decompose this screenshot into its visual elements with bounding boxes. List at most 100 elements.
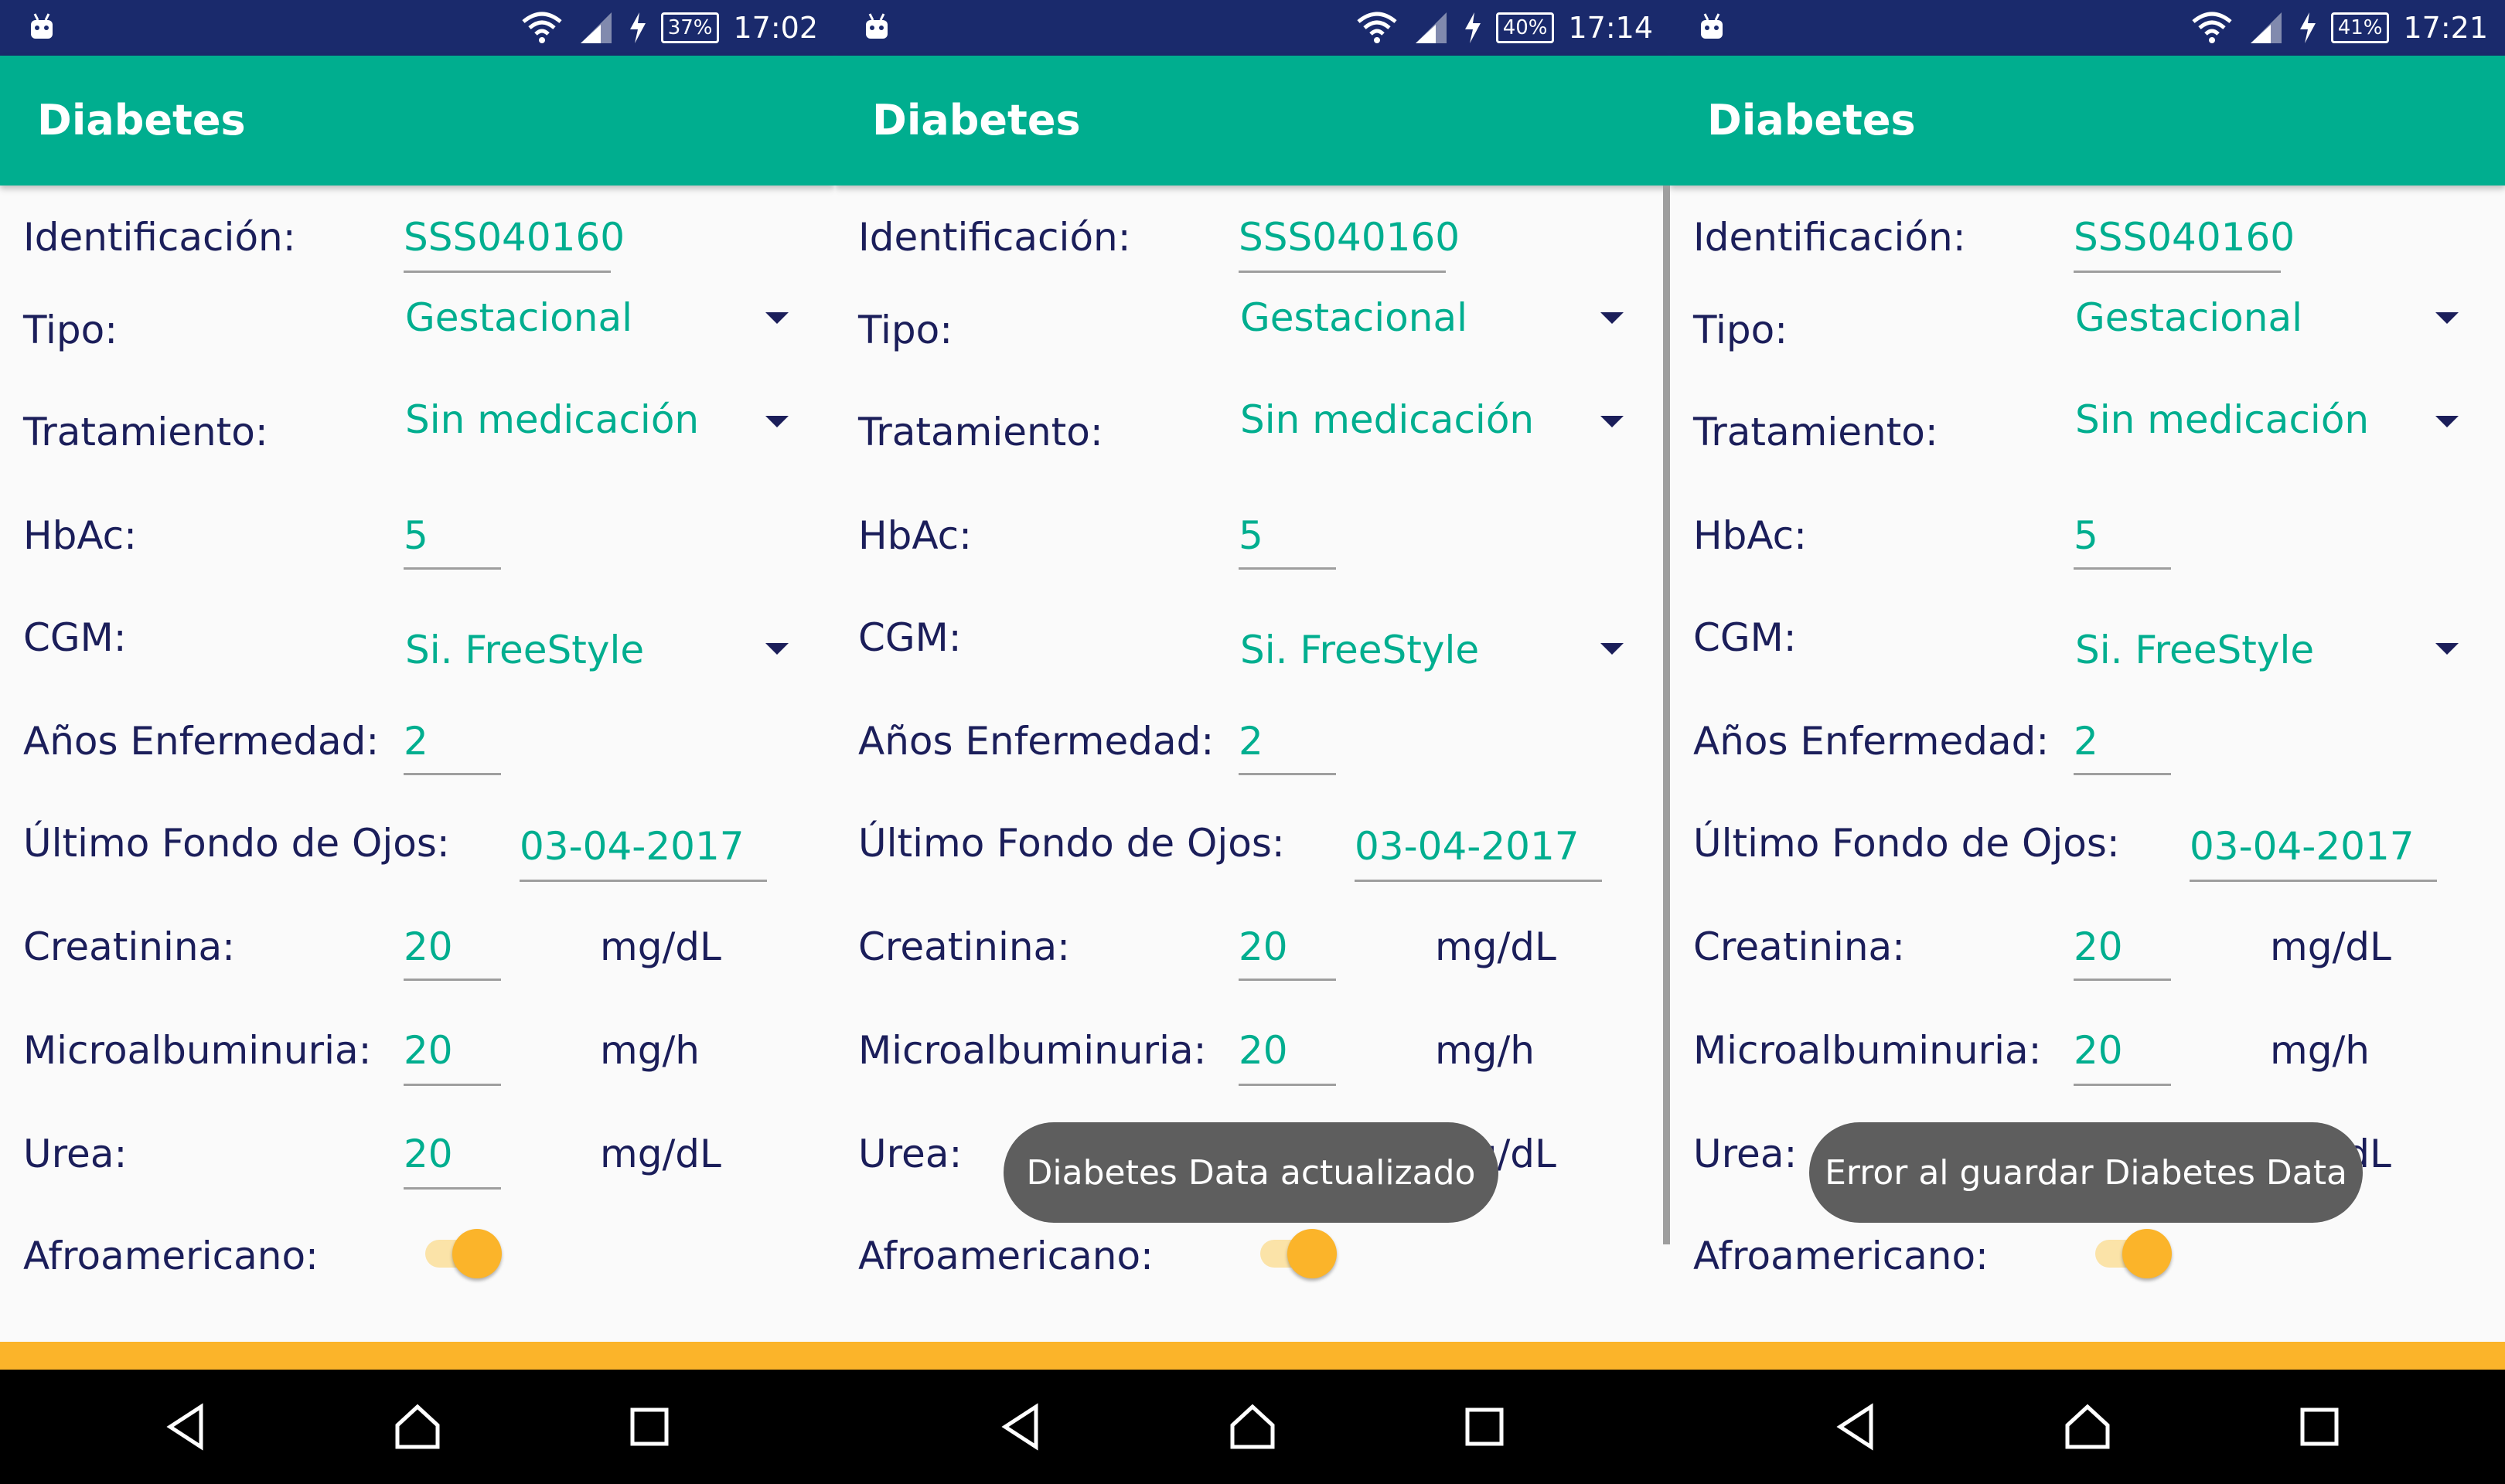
anos-underline: [2074, 773, 2171, 775]
toast-message: Diabetes Data actualizado: [1004, 1122, 1498, 1223]
dropdown-caret-icon[interactable]: [1600, 643, 1624, 655]
anos-enfermedad-label: Años Enfermedad:: [23, 719, 380, 764]
back-icon[interactable]: [162, 1402, 209, 1452]
tratamiento-label: Tratamiento:: [1693, 410, 1938, 454]
android-icon: [866, 13, 888, 39]
tratamiento-select[interactable]: Sin medicación: [2075, 397, 2369, 442]
clock: 17:14: [1568, 11, 1653, 45]
screen-2: 40% 17:14 Diabetes Identificación: SSS04…: [835, 0, 1670, 1484]
urea-input[interactable]: 20: [404, 1132, 453, 1176]
back-icon[interactable]: [997, 1402, 1044, 1452]
back-icon[interactable]: [1832, 1402, 1879, 1452]
tratamiento-select[interactable]: Sin medicación: [1240, 397, 1534, 442]
afroamericano-toggle[interactable]: [452, 1229, 502, 1278]
recents-icon[interactable]: [2296, 1402, 2343, 1452]
signal-icon: [1415, 12, 1447, 43]
hbac-input[interactable]: 5: [404, 513, 428, 558]
afroamericano-toggle[interactable]: [2122, 1229, 2172, 1278]
dropdown-caret-icon[interactable]: [2435, 643, 2459, 655]
cgm-select[interactable]: Si. FreeStyle: [405, 628, 644, 672]
afroamericano-label: Afroamericano:: [858, 1234, 1154, 1278]
creatinina-underline: [2074, 979, 2171, 981]
charging-icon: [1464, 12, 1481, 43]
anos-enfermedad-label: Años Enfermedad:: [1693, 719, 2050, 764]
battery-level: 40%: [1495, 12, 1555, 43]
wifi-icon: [2192, 12, 2232, 43]
hbac-input[interactable]: 5: [2074, 513, 2098, 558]
tratamiento-label: Tratamiento:: [23, 410, 268, 454]
creatinina-input[interactable]: 20: [2074, 924, 2123, 969]
wifi-icon: [1357, 12, 1397, 43]
cgm-select[interactable]: Si. FreeStyle: [1240, 628, 1479, 672]
nav-bar: [0, 1370, 835, 1484]
charging-icon: [2299, 12, 2316, 43]
creatinina-unit: mg/dL: [2270, 924, 2391, 969]
status-bar: 40% 17:14: [835, 0, 1670, 56]
dropdown-caret-icon[interactable]: [765, 312, 789, 324]
hbac-underline: [2074, 567, 2171, 570]
accent-strip: [1670, 1342, 2505, 1370]
recents-icon[interactable]: [1461, 1402, 1508, 1452]
anos-enfermedad-input[interactable]: 2: [2074, 719, 2098, 764]
status-bar: 37% 17:02: [0, 0, 835, 56]
dropdown-caret-icon[interactable]: [1600, 416, 1624, 427]
micro-underline: [1239, 1084, 1336, 1086]
anos-underline: [404, 773, 501, 775]
creatinina-input[interactable]: 20: [1239, 924, 1288, 969]
tratamiento-select[interactable]: Sin medicación: [405, 397, 699, 442]
creatinina-input[interactable]: 20: [404, 924, 453, 969]
identificacion-value[interactable]: SSS040160: [2074, 215, 2295, 260]
identificacion-label: Identificación:: [23, 215, 296, 260]
microalbuminuria-unit: mg/h: [600, 1028, 700, 1073]
anos-enfermedad-input[interactable]: 2: [404, 719, 428, 764]
fondo-ojos-date[interactable]: 03-04-2017: [1355, 824, 1580, 869]
fondo-ojos-date[interactable]: 03-04-2017: [2190, 824, 2415, 869]
dropdown-caret-icon[interactable]: [2435, 416, 2459, 427]
app-bar: Diabetes: [0, 56, 835, 186]
wifi-icon: [522, 12, 562, 43]
dropdown-caret-icon[interactable]: [765, 416, 789, 427]
creatinina-underline: [1239, 979, 1336, 981]
tipo-label: Tipo:: [1693, 308, 1788, 352]
identificacion-value[interactable]: SSS040160: [1239, 215, 1460, 260]
signal-icon: [2250, 12, 2282, 43]
creatinina-underline: [404, 979, 501, 981]
identificacion-value[interactable]: SSS040160: [404, 215, 625, 260]
hbac-label: HbAc:: [23, 513, 137, 558]
microalbuminuria-input[interactable]: 20: [2074, 1028, 2123, 1073]
scrollbar[interactable]: [1663, 186, 1670, 1244]
nav-bar: [1670, 1370, 2505, 1484]
app-bar: Diabetes: [1670, 56, 2505, 186]
clock: 17:02: [733, 11, 818, 45]
microalbuminuria-input[interactable]: 20: [404, 1028, 453, 1073]
accent-strip: [0, 1342, 835, 1370]
fondo-ojos-date[interactable]: 03-04-2017: [520, 824, 745, 869]
identificacion-label: Identificación:: [858, 215, 1131, 260]
creatinina-unit: mg/dL: [600, 924, 721, 969]
microalbuminuria-input[interactable]: 20: [1239, 1028, 1288, 1073]
hbac-input[interactable]: 5: [1239, 513, 1263, 558]
signal-icon: [580, 12, 612, 43]
home-icon[interactable]: [393, 1402, 442, 1452]
micro-underline: [2074, 1084, 2171, 1086]
dropdown-caret-icon[interactable]: [765, 643, 789, 655]
dropdown-caret-icon[interactable]: [2435, 312, 2459, 324]
hbac-underline: [404, 567, 501, 570]
urea-underline: [404, 1187, 501, 1190]
toast-message: Error al guardar Diabetes Data: [1809, 1122, 2363, 1223]
tipo-select[interactable]: Gestacional: [2075, 295, 2302, 340]
anos-enfermedad-label: Años Enfermedad:: [858, 719, 1215, 764]
afroamericano-toggle[interactable]: [1287, 1229, 1337, 1278]
recents-icon[interactable]: [626, 1402, 673, 1452]
creatinina-label: Creatinina:: [1693, 924, 1906, 969]
home-icon[interactable]: [2063, 1402, 2112, 1452]
cgm-select[interactable]: Si. FreeStyle: [2075, 628, 2314, 672]
tipo-select[interactable]: Gestacional: [405, 295, 632, 340]
tipo-select[interactable]: Gestacional: [1240, 295, 1467, 340]
urea-label: Urea:: [858, 1132, 963, 1176]
dropdown-caret-icon[interactable]: [1600, 312, 1624, 324]
microalbuminuria-unit: mg/h: [2270, 1028, 2370, 1073]
anos-enfermedad-input[interactable]: 2: [1239, 719, 1263, 764]
charging-icon: [629, 12, 646, 43]
home-icon[interactable]: [1228, 1402, 1277, 1452]
